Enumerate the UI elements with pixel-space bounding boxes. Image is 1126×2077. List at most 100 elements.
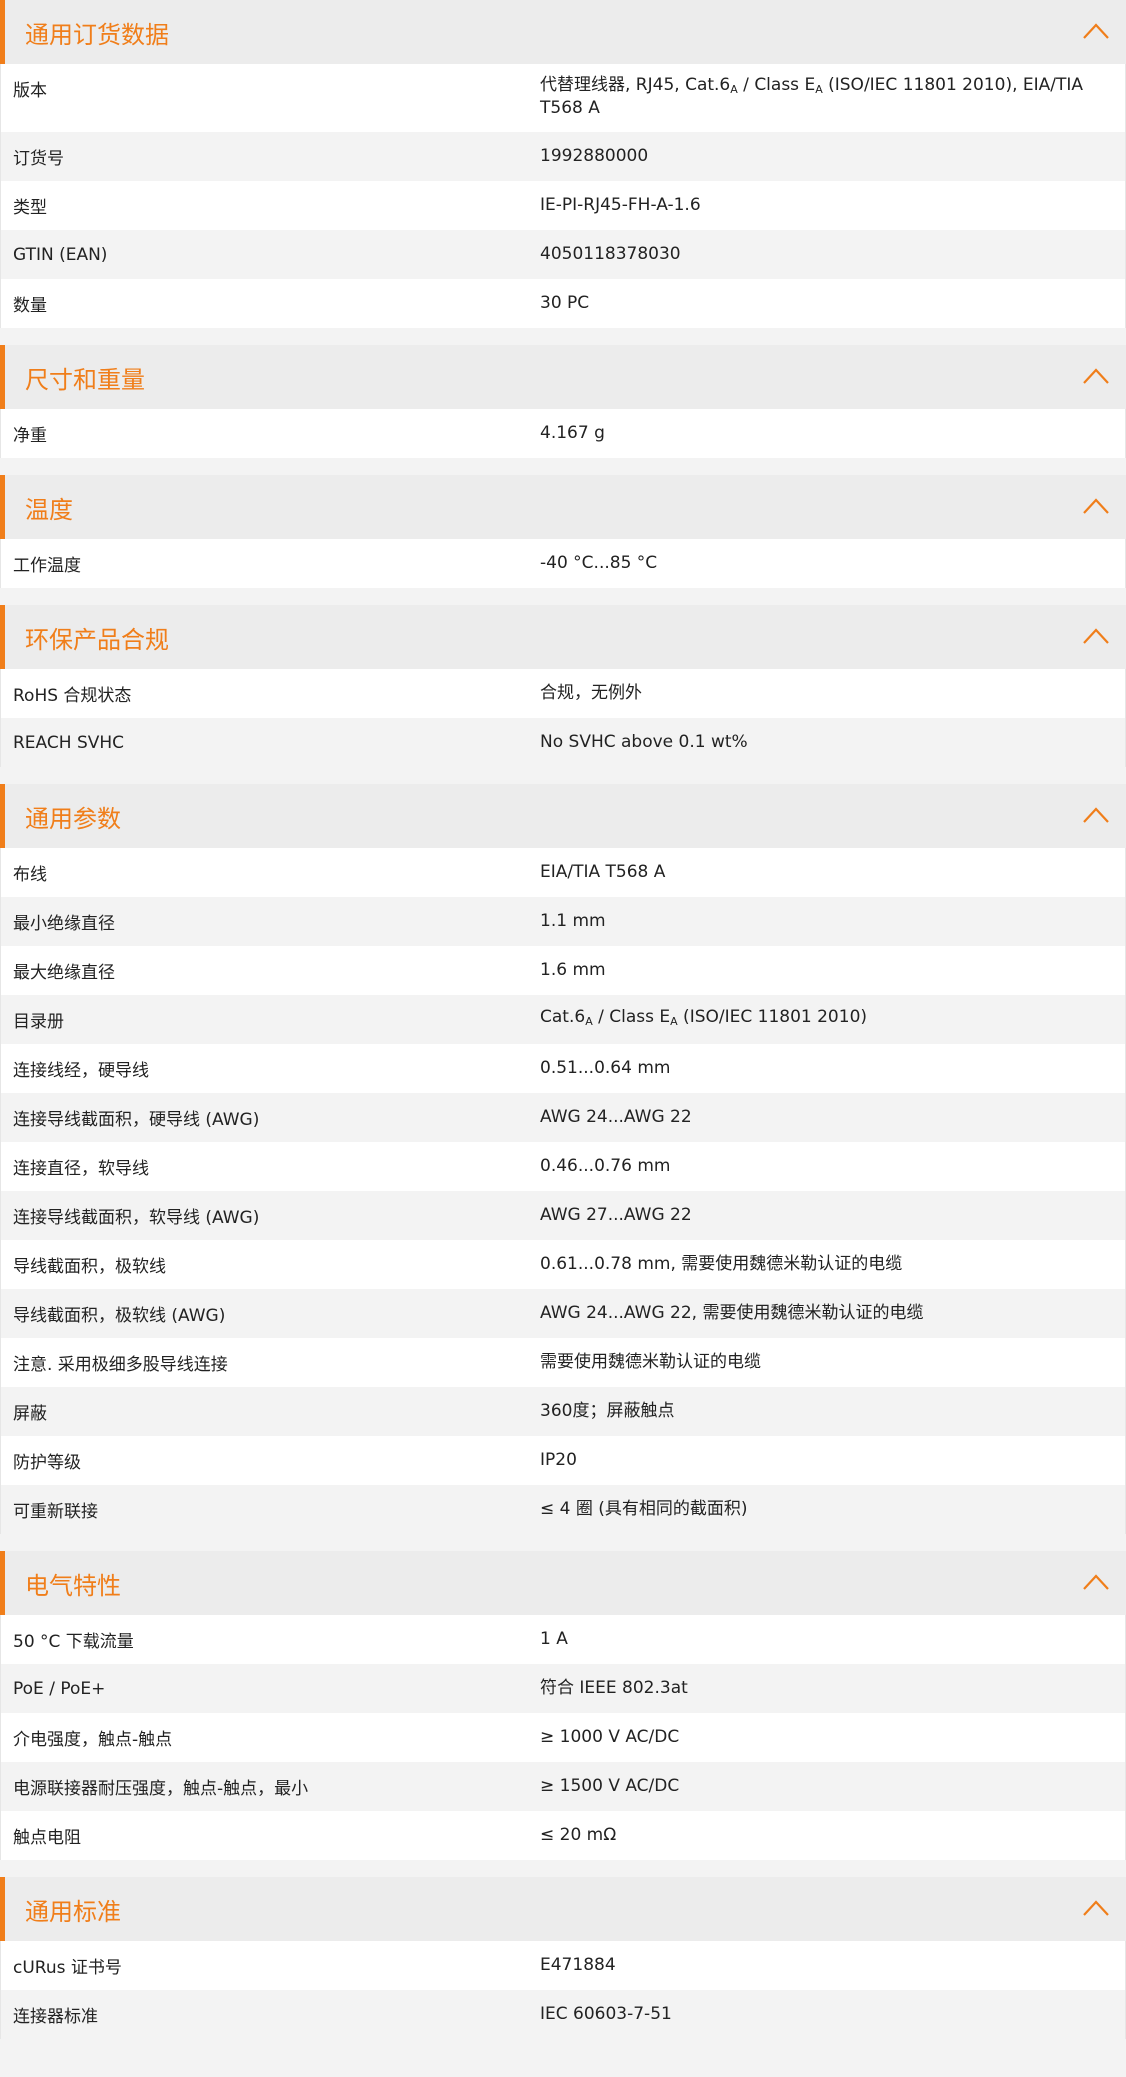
spec-label: 最大绝缘直径 [13, 963, 115, 983]
spec-value: IEC 60603-7-51 [540, 2004, 672, 2024]
spec-label: 连接导线截面积，硬导线 (AWG) [13, 1110, 260, 1130]
section-electrical: 电气特性 50 °C 下载流量 1 A PoE / PoE+ 符合 IEEE 802.3… [0, 1551, 1126, 1860]
spec-value: 1.6 mm [540, 960, 606, 980]
spec-label: 导线截面积，极软线 [13, 1257, 166, 1277]
spec-value: IE-PI-RJ45-FH-A-1.6 [540, 195, 701, 215]
section-environmental: 环保产品合规 RoHS 合规状态 合规，无例外 REACH SVHC No SVHC a… [0, 605, 1126, 767]
spec-label: 最小绝缘直径 [13, 914, 115, 934]
value-text: 代替理线器, RJ45, Cat.6 [540, 75, 731, 95]
section-header-general-order[interactable]: 通用订货数据 [0, 0, 1126, 64]
spec-label: 注意. 采用极细多股导线连接 [13, 1355, 228, 1375]
spec-value: 代替理线器, RJ45, Cat.6A / Class EA (ISO/IEC … [540, 76, 1125, 118]
spec-row: RoHS 合规状态 合规，无例外 [1, 669, 1125, 718]
spec-label: 触点电阻 [13, 1828, 81, 1848]
section-title: 通用订货数据 [25, 20, 169, 49]
spec-value: ≥ 1500 V AC/DC [540, 1776, 680, 1796]
spec-label: 防护等级 [13, 1453, 81, 1473]
spec-value: 符合 IEEE 802.3at [540, 1678, 688, 1698]
spec-value: 0.46...0.76 mm [540, 1156, 671, 1176]
section-title: 通用标准 [25, 1897, 121, 1926]
section-header-general-params[interactable]: 通用参数 [0, 784, 1126, 848]
section-title: 尺寸和重量 [25, 365, 145, 394]
spec-row: 连接导线截面积，硬导线 (AWG) AWG 24...AWG 22 [1, 1093, 1125, 1142]
spec-label: 导线截面积，极软线 (AWG) [13, 1306, 226, 1326]
spec-value: ≥ 1000 V AC/DC [540, 1727, 680, 1747]
spec-row: 50 °C 下载流量 1 A [1, 1615, 1125, 1664]
spec-row: 目录册 Cat.6A / Class EA (ISO/IEC 11801 2010… [1, 995, 1125, 1044]
section-title: 通用参数 [25, 804, 121, 833]
spec-row: 屏蔽 360度；屏蔽触点 [1, 1387, 1125, 1436]
spec-row: 最小绝缘直径 1.1 mm [1, 897, 1125, 946]
spec-rows: cURus 证书号 E471884 连接器标准 IEC 60603-7-51 [0, 1941, 1126, 2039]
spec-row: 电源联接器耐压强度，触点-触点，最小 ≥ 1500 V AC/DC [1, 1762, 1125, 1811]
spec-value: 360度；屏蔽触点 [540, 1401, 675, 1421]
spec-value: 0.51...0.64 mm [540, 1058, 671, 1078]
spec-rows: RoHS 合规状态 合规，无例外 REACH SVHC No SVHC above 0… [0, 669, 1126, 767]
spec-label: 目录册 [13, 1012, 64, 1032]
spec-value: -40 °C...85 °C [540, 553, 658, 573]
spec-row: 连接直径，软导线 0.46...0.76 mm [1, 1142, 1125, 1191]
section-header-environmental[interactable]: 环保产品合规 [0, 605, 1126, 669]
spec-row: 防护等级 IP20 [1, 1436, 1125, 1485]
spec-label: PoE / PoE+ [13, 1678, 106, 1699]
spec-label: 类型 [13, 198, 47, 218]
section-title: 电气特性 [25, 1571, 121, 1600]
spec-row: 可重新联接 ≤ 4 圈 (具有相同的截面积) [1, 1485, 1125, 1534]
spec-row: REACH SVHC No SVHC above 0.1 wt% [1, 718, 1125, 767]
spec-row: PoE / PoE+ 符合 IEEE 802.3at [1, 1664, 1125, 1713]
spec-row: 连接器标准 IEC 60603-7-51 [1, 1990, 1125, 2039]
spec-label: 连接线经，硬导线 [13, 1061, 149, 1081]
spec-value: 1.1 mm [540, 911, 606, 931]
section-dimensions-weight: 尺寸和重量净重 4.167 g [0, 345, 1126, 458]
subscript: A [585, 1015, 593, 1028]
spec-rows: 版本 代替理线器, RJ45, Cat.6A / Class EA (ISO/IE… [0, 64, 1126, 328]
spec-label: 50 °C 下载流量 [13, 1632, 134, 1652]
section-general-standards: 通用标准 cURus 证书号 E471884 连接器标准 IEC 60603-7-51 [0, 1877, 1126, 2039]
spec-rows: 布线 EIA/TIA T568 A 最小绝缘直径 1.1 mm 最大绝缘直径 1.6 mm… [0, 848, 1126, 1534]
spec-label: 布线 [13, 865, 47, 885]
spec-row: 触点电阻 ≤ 20 mΩ [1, 1811, 1125, 1860]
spec-value: 4.167 g [540, 423, 605, 443]
section-header-temperature[interactable]: 温度 [0, 475, 1126, 539]
spec-value: No SVHC above 0.1 wt% [540, 732, 748, 752]
spec-row: 版本 代替理线器, RJ45, Cat.6A / Class EA (ISO/IE… [1, 64, 1125, 132]
spec-value: ≤ 20 mΩ [540, 1825, 617, 1845]
spec-row: 介电强度，触点-触点 ≥ 1000 V AC/DC [1, 1713, 1125, 1762]
spec-row: 工作温度 -40 °C...85 °C [1, 539, 1125, 588]
spec-rows: 净重 4.167 g [0, 409, 1126, 458]
spec-value: 需要使用魏德米勒认证的电缆 [540, 1352, 761, 1372]
section-general-params: 通用参数布线 EIA/TIA T568 A 最小绝缘直径 1.1 mm 最大绝缘直径 1.… [0, 784, 1126, 1534]
spec-row: 数量 30 PC [1, 279, 1125, 328]
spec-label: GTIN (EAN) [13, 244, 108, 265]
spec-label: 连接器标准 [13, 2007, 98, 2027]
subscript: A [815, 83, 823, 96]
spec-row: 导线截面积，极软线 0.61...0.78 mm, 需要使用魏德米勒认证的电缆 [1, 1240, 1125, 1289]
section-header-electrical[interactable]: 电气特性 [0, 1551, 1126, 1615]
spec-row: 连接导线截面积，软导线 (AWG) AWG 27...AWG 22 [1, 1191, 1125, 1240]
spec-row: 注意. 采用极细多股导线连接 需要使用魏德米勒认证的电缆 [1, 1338, 1125, 1387]
spec-label: 连接导线截面积，软导线 (AWG) [13, 1208, 260, 1228]
spec-label: 可重新联接 [13, 1502, 98, 1522]
spec-value: EIA/TIA T568 A [540, 862, 666, 882]
value-text: Cat.6 [540, 1007, 586, 1027]
spec-label: cURus 证书号 [13, 1958, 122, 1978]
spec-value: 1992880000 [540, 146, 649, 166]
section-header-general-standards[interactable]: 通用标准 [0, 1877, 1126, 1941]
spec-label: 连接直径，软导线 [13, 1159, 149, 1179]
spec-value: ≤ 4 圈 (具有相同的截面积) [540, 1499, 748, 1519]
section-header-dimensions-weight[interactable]: 尺寸和重量 [0, 345, 1126, 409]
spec-value: Cat.6A / Class EA (ISO/IEC 11801 2010) [540, 1008, 1125, 1031]
spec-label: 电源联接器耐压强度，触点-触点，最小 [13, 1779, 309, 1799]
spec-value: AWG 24...AWG 22 [540, 1107, 692, 1127]
spec-value: 0.61...0.78 mm, 需要使用魏德米勒认证的电缆 [540, 1254, 903, 1274]
spec-row: 导线截面积，极软线 (AWG) AWG 24...AWG 22, 需要使用魏德米勒… [1, 1289, 1125, 1338]
section-general-order: 通用订货数据 版本 代替理线器, RJ45, Cat.6A / Class EA (… [0, 0, 1126, 328]
spec-label: 净重 [13, 426, 47, 446]
section-title: 温度 [25, 495, 73, 524]
spec-row: 最大绝缘直径 1.6 mm [1, 946, 1125, 995]
section-title: 环保产品合规 [25, 625, 169, 654]
spec-label: 数量 [13, 296, 47, 316]
spec-value: 1 A [540, 1629, 568, 1649]
spec-label: 工作温度 [13, 556, 81, 576]
spec-row: 类型 IE-PI-RJ45-FH-A-1.6 [1, 181, 1125, 230]
